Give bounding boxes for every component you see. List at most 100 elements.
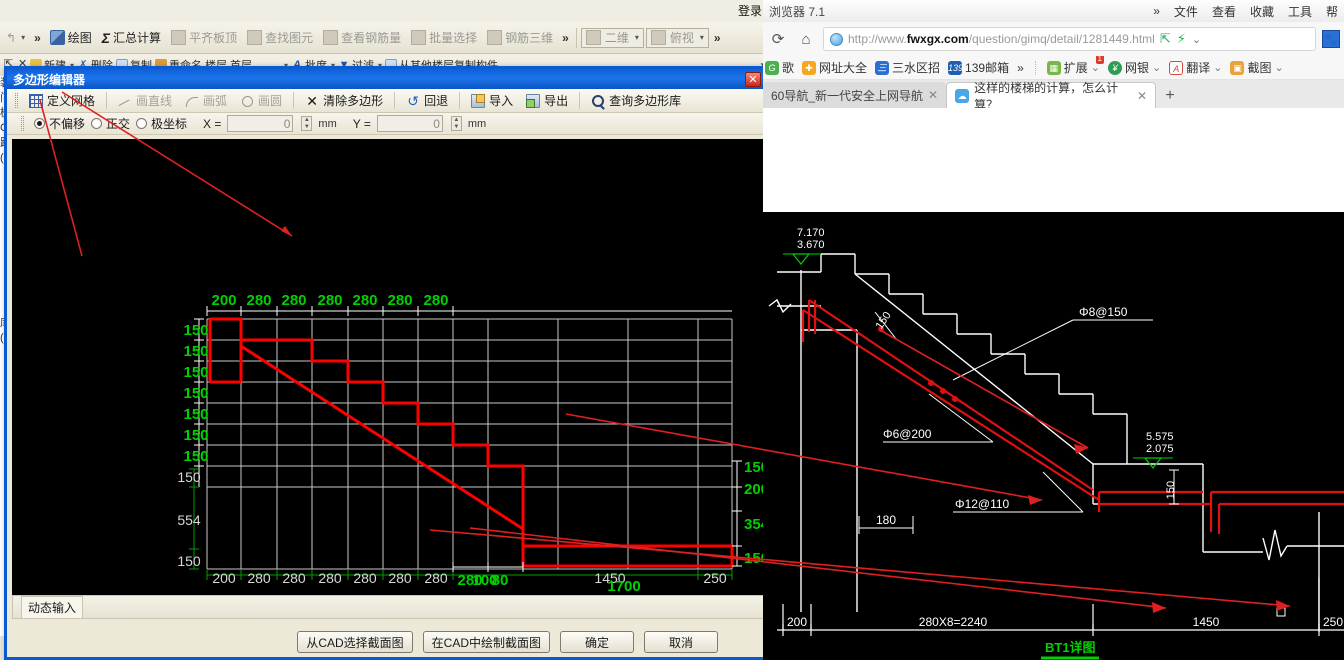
ribbon-item-find-element[interactable]: 查找图元 bbox=[243, 27, 317, 48]
screenshot-button[interactable]: ▣ 截图 ⌄ bbox=[1230, 59, 1284, 76]
ribbon-item-align-slab[interactable]: 平齐板顶 bbox=[167, 27, 241, 48]
options-grip[interactable] bbox=[21, 116, 24, 131]
chevron-down-icon[interactable]: ▾ bbox=[635, 33, 639, 42]
close-icon[interactable]: ✕ bbox=[745, 71, 761, 87]
menu-view[interactable]: 查看 bbox=[1212, 3, 1236, 20]
draw-arc-button[interactable]: 画弧 bbox=[179, 90, 233, 111]
tab-close-icon-0[interactable]: ✕ bbox=[928, 88, 938, 102]
radio-polar[interactable]: 极坐标 bbox=[136, 115, 187, 132]
bot-dim-w-6: 280 bbox=[424, 570, 448, 586]
cancel-button[interactable]: 取消 bbox=[644, 631, 718, 653]
dynamic-input-tab[interactable]: 动态输入 bbox=[21, 596, 84, 618]
paw-icon[interactable]: 🐾 bbox=[1322, 30, 1340, 48]
ok-button[interactable]: 确定 bbox=[560, 631, 634, 653]
translate-button[interactable]: A 翻译 ⌄ bbox=[1169, 59, 1222, 76]
bookmarks-bar[interactable]: G 歌 ✚ 网址大全 三 三水区招 139 139邮箱 » ▦ 扩展 1 ⌄ ¥… bbox=[763, 56, 1344, 80]
bookmarks-overflow-icon[interactable]: » bbox=[1017, 61, 1024, 75]
share-icon[interactable]: ⇱ bbox=[1160, 31, 1171, 47]
login-link[interactable]: 登录 bbox=[738, 2, 762, 19]
toolbar-grip[interactable] bbox=[15, 93, 18, 108]
left-dimension-labels-green: 150 150 150 150 150 150 150 bbox=[183, 322, 208, 465]
import-button[interactable]: 导入 bbox=[465, 90, 519, 111]
home-icon[interactable]: ⌂ bbox=[795, 28, 817, 50]
y-spinner[interactable]: ▲ ▼ bbox=[450, 116, 462, 131]
elevation-bottom-labels: 5.575 2.075 bbox=[1146, 431, 1174, 455]
radio-orthogonal-label: 正交 bbox=[106, 117, 131, 131]
chevron-down-icon-bank[interactable]: ⌄ bbox=[1152, 61, 1161, 74]
url-bar[interactable]: http://www.fwxgx.com/question/gimq/detai… bbox=[823, 27, 1316, 51]
view-mode-combo[interactable]: 二维 ▾ bbox=[580, 27, 644, 48]
bot-dim-w-0: 200 bbox=[212, 570, 236, 586]
stair-detail-svg: 7.170 3.670 5.575 2.075 Φ8@150 Φ6@200 Φ1… bbox=[768, 227, 1344, 660]
translate-icon: A bbox=[1169, 60, 1184, 75]
dialog-toolbar[interactable]: 定义网格 画直线 画弧 画圆 ✕ 清除多边形 ↺ 回退 导入 导出 查询多边形库 bbox=[7, 89, 763, 113]
draw-line-button[interactable]: 画直线 bbox=[112, 90, 178, 111]
tab-close-icon-1[interactable]: ✕ bbox=[1137, 89, 1147, 103]
ribbon-overflow-mid-icon[interactable]: » bbox=[559, 31, 572, 45]
reload-icon[interactable]: ⟳ bbox=[767, 28, 789, 50]
menu-file[interactable]: 文件 bbox=[1174, 3, 1198, 20]
x-spinner[interactable]: ▲ ▼ bbox=[301, 116, 313, 131]
tab-stair-question[interactable]: ☁ 这样的楼梯的计算，怎么计算？ ✕ bbox=[946, 81, 1157, 112]
view-angle-combo[interactable]: 俯视 ▾ bbox=[645, 27, 709, 48]
ribbon-overflow-right-icon[interactable]: » bbox=[711, 31, 724, 45]
menu-help[interactable]: 帮 bbox=[1326, 3, 1338, 20]
ribbon-item-view-rebar[interactable]: 查看钢筋量 bbox=[319, 27, 405, 48]
ribbon-item-summary-calc[interactable]: Σ 汇总计算 bbox=[98, 27, 165, 48]
query-polygon-library-label: 查询多边形库 bbox=[609, 94, 682, 108]
dialog-options-bar[interactable]: 不偏移 正交 极坐标 X = 0 ▲ ▼ mm Y = 0 ▲ ▼ mm bbox=[7, 113, 763, 135]
stair-detail-drawing: 7.170 3.670 5.575 2.075 Φ8@150 Φ6@200 Φ1… bbox=[763, 212, 1344, 660]
stair-outline bbox=[768, 253, 1344, 632]
query-polygon-library-button[interactable]: 查询多边形库 bbox=[585, 90, 687, 111]
menu-favorites[interactable]: 收藏 bbox=[1250, 3, 1274, 20]
right-dim-1: 200 bbox=[744, 481, 764, 498]
bookmark-sanshui[interactable]: 三 三水区招 bbox=[875, 59, 940, 76]
select-section-from-cad-button[interactable]: 从CAD选择截面图 bbox=[297, 631, 413, 653]
tab-360-navigation[interactable]: 60导航_新一代安全上网导航 ✕ bbox=[763, 82, 947, 108]
ribbon-item-batch-select[interactable]: 批量选择 bbox=[407, 27, 481, 48]
undo-button[interactable]: ↺ 回退 bbox=[400, 90, 454, 111]
dialog-titlebar[interactable]: 多边形编辑器 ✕ bbox=[7, 69, 763, 89]
ribbon-item-draw[interactable]: 绘图 bbox=[46, 27, 96, 48]
bot-dim-w-2: 280 bbox=[282, 570, 306, 586]
menu-overflow-icon[interactable]: » bbox=[1153, 4, 1160, 18]
bolt-icon[interactable]: ⚡ bbox=[1177, 31, 1186, 47]
ribbon-overflow-left-icon[interactable]: » bbox=[31, 31, 44, 45]
ribbon-item-rebar-3d[interactable]: 钢筋三维 bbox=[483, 27, 557, 48]
bookmark-site-directory[interactable]: ✚ 网址大全 bbox=[802, 59, 867, 76]
top-dim-2: 280 bbox=[281, 292, 306, 309]
bookmark-label-3: 139邮箱 bbox=[965, 61, 1010, 75]
draw-circle-button[interactable]: 画圆 bbox=[234, 90, 288, 111]
y-input[interactable]: 0 bbox=[376, 115, 443, 132]
radio-polar-label: 极坐标 bbox=[151, 117, 188, 131]
polygon-drawing-canvas[interactable]: 200 280 280 280 280 280 280 150 150 150 … bbox=[12, 139, 764, 619]
online-bank-button[interactable]: ¥ 网银 ⌄ bbox=[1108, 59, 1161, 76]
ribbon-label-summary-calc: 汇总计算 bbox=[113, 31, 162, 45]
new-tab-button[interactable]: + bbox=[1156, 84, 1184, 108]
sigma-icon: Σ bbox=[101, 30, 111, 46]
draw-section-in-cad-button[interactable]: 在CAD中绘制截面图 bbox=[422, 631, 550, 653]
cad-ribbon-toolbar[interactable]: ↰ ▾ » 绘图 Σ 汇总计算 平齐板顶 查找图元 查看钢筋量 批量选择 钢筋三… bbox=[0, 22, 770, 54]
chevron-down-icon-url[interactable]: ⌄ bbox=[1192, 33, 1201, 46]
menu-tools[interactable]: 工具 bbox=[1288, 3, 1312, 20]
x-input[interactable]: 0 bbox=[227, 115, 294, 132]
extensions-button[interactable]: ▦ 扩展 1 ⌄ bbox=[1046, 56, 1104, 76]
export-button[interactable]: 导出 bbox=[520, 90, 574, 111]
radio-no-offset[interactable]: 不偏移 bbox=[34, 115, 85, 132]
browser-menubar[interactable]: » 文件 查看 收藏 工具 帮 bbox=[1153, 3, 1338, 20]
bookmark-song[interactable]: G 歌 bbox=[765, 59, 794, 76]
draw-circle-label: 画圆 bbox=[258, 94, 283, 108]
chevron-down-icon-2[interactable]: ▾ bbox=[700, 33, 704, 42]
elevation-top-marker bbox=[783, 253, 821, 265]
clear-polygon-button[interactable]: ✕ 清除多边形 bbox=[299, 90, 389, 111]
chevron-down-icon-translate[interactable]: ⌄ bbox=[1213, 61, 1222, 74]
ribbon-back-icon[interactable]: ↰ ▾ bbox=[2, 29, 29, 47]
chevron-down-icon-screenshot[interactable]: ⌄ bbox=[1274, 61, 1283, 74]
polygon-svg: 200 280 280 280 280 280 280 150 150 150 … bbox=[177, 292, 764, 595]
radio-orthogonal[interactable]: 正交 bbox=[91, 115, 130, 132]
bot-dim-w-3: 280 bbox=[318, 570, 342, 586]
radio-dot-icon-3 bbox=[136, 118, 148, 129]
url-path: /question/gimq/detail/1281449.html bbox=[968, 32, 1155, 46]
bookmark-139mail[interactable]: 139 139邮箱 bbox=[948, 59, 1009, 76]
define-grid-button[interactable]: 定义网格 bbox=[23, 90, 101, 111]
